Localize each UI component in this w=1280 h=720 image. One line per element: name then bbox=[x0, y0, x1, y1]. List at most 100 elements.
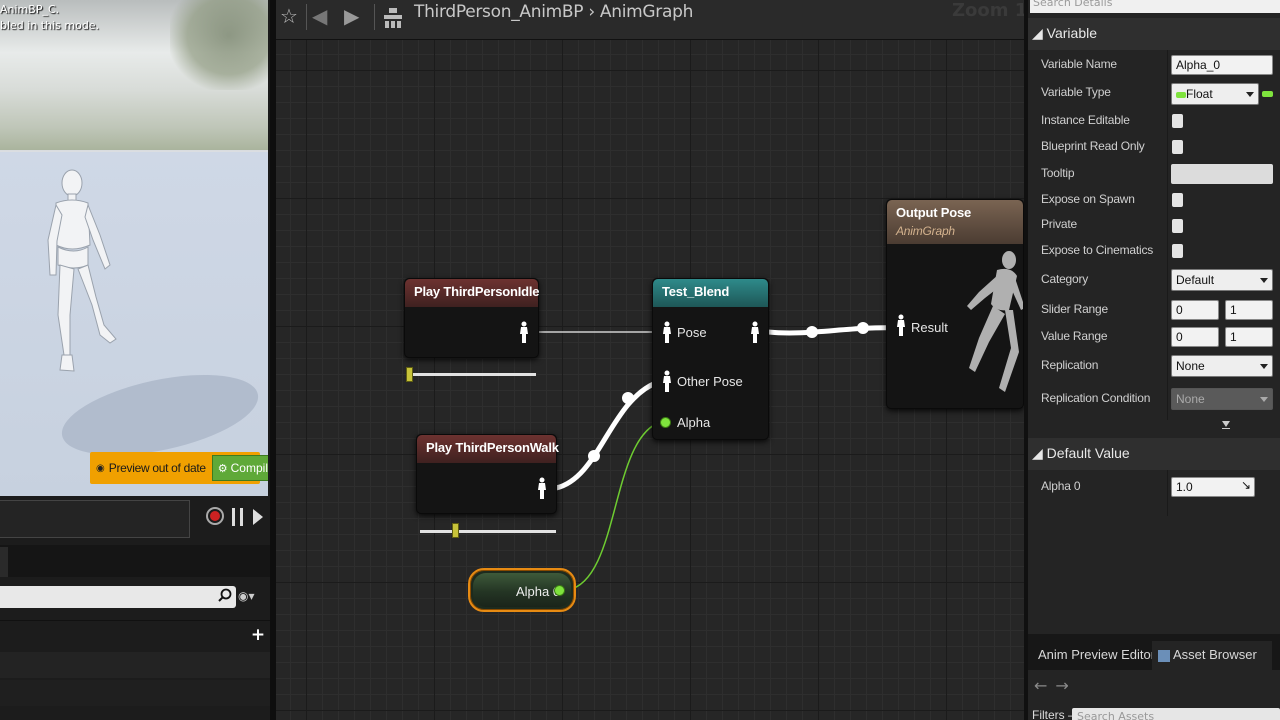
play-icon[interactable] bbox=[253, 509, 263, 525]
breadcrumb-graph[interactable]: AnimGraph bbox=[600, 2, 693, 22]
variable-type-dropdown[interactable]: Float bbox=[1171, 83, 1259, 105]
pause-icon[interactable] bbox=[232, 508, 243, 526]
alpha-default-field[interactable]: 1.0 ↘ bbox=[1171, 477, 1255, 497]
test-blend-title: Test_Blend bbox=[653, 279, 768, 307]
asset-browser-icon bbox=[1158, 649, 1170, 662]
breadcrumb: ThirdPerson_AnimBP › AnimGraph bbox=[414, 2, 693, 22]
plus-icon[interactable]: + bbox=[250, 626, 266, 644]
alpha-default-value: 1.0 bbox=[1176, 480, 1193, 494]
forward-arrow-icon[interactable]: ▶ bbox=[344, 4, 359, 28]
idle-slider-track[interactable] bbox=[408, 373, 536, 376]
filters-button[interactable]: Filters – bbox=[1032, 708, 1075, 720]
toolbar-separator bbox=[306, 4, 307, 30]
pose-icon[interactable] bbox=[519, 321, 529, 343]
timeline-scrubber[interactable] bbox=[0, 500, 190, 538]
tooltip-field[interactable] bbox=[1171, 164, 1273, 184]
forward-arrow-icon[interactable]: → bbox=[1055, 676, 1076, 695]
instance-editable-checkbox[interactable] bbox=[1172, 114, 1183, 128]
prop-label: Private bbox=[1041, 217, 1077, 231]
alpha-output-pin[interactable] bbox=[554, 585, 565, 596]
record-icon[interactable] bbox=[206, 507, 224, 525]
expose-cinematics-checkbox[interactable] bbox=[1172, 244, 1183, 258]
tab-asset-browser[interactable]: Asset Browser bbox=[1152, 641, 1272, 670]
asset-search-input[interactable]: Search Assets bbox=[1072, 708, 1280, 720]
walk-slider-knob[interactable] bbox=[452, 523, 459, 538]
viewport-foliage bbox=[170, 0, 268, 90]
prop-label: Expose to Cinematics bbox=[1041, 243, 1154, 257]
prop-blueprint-read-only: Blueprint Read Only bbox=[1028, 134, 1280, 160]
expand-advanced-icon[interactable] bbox=[1222, 421, 1230, 427]
slider-range-min[interactable]: 0 bbox=[1171, 300, 1219, 320]
list-item[interactable] bbox=[0, 680, 270, 706]
breadcrumb-separator: › bbox=[588, 2, 595, 22]
idle-slider-knob[interactable] bbox=[406, 367, 413, 382]
expand-arrow-icon: ◢ bbox=[1032, 25, 1043, 41]
alpha-variable-node[interactable]: Alpha 0 bbox=[468, 568, 576, 612]
replication-condition-value: None bbox=[1176, 392, 1205, 406]
default-value-section-header[interactable]: ◢ Default Value bbox=[1028, 438, 1280, 470]
play-walk-node[interactable]: Play ThirdPersonWalk bbox=[416, 434, 559, 514]
private-checkbox[interactable] bbox=[1172, 219, 1183, 233]
variable-name-field[interactable]: Alpha_0 bbox=[1171, 55, 1273, 75]
prop-label: Blueprint Read Only bbox=[1041, 139, 1145, 153]
prop-label: Instance Editable bbox=[1041, 113, 1130, 127]
prop-label: Expose on Spawn bbox=[1041, 192, 1135, 206]
replication-dropdown[interactable]: None bbox=[1171, 355, 1273, 377]
variable-section-title: Variable bbox=[1046, 25, 1097, 41]
left-tab[interactable] bbox=[0, 547, 8, 577]
variable-type-value: Float bbox=[1186, 87, 1213, 101]
search-icon[interactable] bbox=[218, 588, 232, 602]
other-pose-pin-label: Other Pose bbox=[677, 374, 743, 389]
preview-viewport[interactable]: AnimBP_C. bled in this mode. ◉ Preview o… bbox=[0, 0, 268, 496]
category-dropdown[interactable]: Default bbox=[1171, 269, 1273, 291]
play-walk-title: Play ThirdPersonWalk bbox=[417, 435, 559, 463]
container-type-icon[interactable] bbox=[1262, 91, 1273, 97]
walk-slider-track[interactable] bbox=[420, 530, 556, 533]
mannequin-figure bbox=[47, 169, 117, 372]
replication-condition-dropdown[interactable]: None bbox=[1171, 388, 1273, 410]
compile-status-bar: ◉ Preview out of date ⚙ Compile bbox=[90, 452, 268, 484]
prop-label: Replication Condition bbox=[1041, 391, 1151, 405]
star-icon[interactable]: ☆ bbox=[280, 4, 298, 28]
play-idle-node[interactable]: Play ThirdPersonIdle bbox=[404, 278, 540, 358]
output-pose-node[interactable]: Output Pose AnimGraph Result bbox=[886, 199, 1024, 409]
compile-button[interactable]: ⚙ Compile bbox=[211, 455, 268, 481]
asset-search-placeholder: Search Assets bbox=[1077, 710, 1155, 720]
tab-asset-browser-label: Asset Browser bbox=[1173, 647, 1257, 662]
prop-label: Category bbox=[1041, 272, 1089, 286]
expose-on-spawn-checkbox[interactable] bbox=[1172, 193, 1183, 207]
pose-icon[interactable] bbox=[537, 477, 547, 499]
asset-nav-arrows[interactable]: ←→ bbox=[1034, 676, 1077, 695]
back-arrow-icon[interactable]: ◀ bbox=[312, 4, 327, 28]
default-value-section-title: Default Value bbox=[1046, 445, 1130, 461]
value-range-min[interactable]: 0 bbox=[1171, 327, 1219, 347]
anim-blueprint-editor: AnimBP_C. bled in this mode. ◉ Preview o… bbox=[0, 0, 1280, 720]
expand-advanced-line bbox=[1222, 428, 1230, 429]
gear-icon: ⚙ bbox=[217, 462, 228, 475]
chevron-down-icon bbox=[1260, 397, 1268, 402]
result-pin-label: Result bbox=[911, 320, 948, 335]
slider-range-max[interactable]: 1 bbox=[1225, 300, 1273, 320]
view-options-dropdown[interactable]: ◉▾ bbox=[238, 589, 255, 603]
left-search-input[interactable] bbox=[0, 586, 236, 608]
prop-label: Value Range bbox=[1041, 329, 1108, 343]
replication-value: None bbox=[1176, 359, 1205, 373]
toolbar-separator bbox=[374, 4, 375, 30]
preview-status: Preview out of date bbox=[108, 461, 206, 475]
blueprint-read-only-checkbox[interactable] bbox=[1172, 140, 1183, 154]
alpha-input-pin[interactable] bbox=[660, 417, 671, 428]
pose-icon[interactable] bbox=[750, 321, 760, 343]
back-arrow-icon[interactable]: ← bbox=[1034, 676, 1055, 695]
chevron-down-icon bbox=[1260, 278, 1268, 283]
prop-expose-on-spawn: Expose on Spawn bbox=[1028, 187, 1280, 213]
value-range-max[interactable]: 1 bbox=[1225, 327, 1273, 347]
variable-section-header[interactable]: ◢ Variable bbox=[1028, 18, 1280, 50]
compile-label: Compile bbox=[230, 461, 268, 475]
pose-icon[interactable] bbox=[662, 370, 672, 392]
breadcrumb-asset[interactable]: ThirdPerson_AnimBP bbox=[414, 2, 584, 22]
pose-icon[interactable] bbox=[662, 321, 672, 343]
pose-icon[interactable] bbox=[896, 314, 906, 336]
test-blend-node[interactable]: Test_Blend Pose Other Pose Alpha bbox=[652, 278, 769, 440]
tab-anim-preview-editor[interactable]: Anim Preview Editor bbox=[1032, 641, 1161, 670]
list-item[interactable] bbox=[0, 652, 270, 678]
